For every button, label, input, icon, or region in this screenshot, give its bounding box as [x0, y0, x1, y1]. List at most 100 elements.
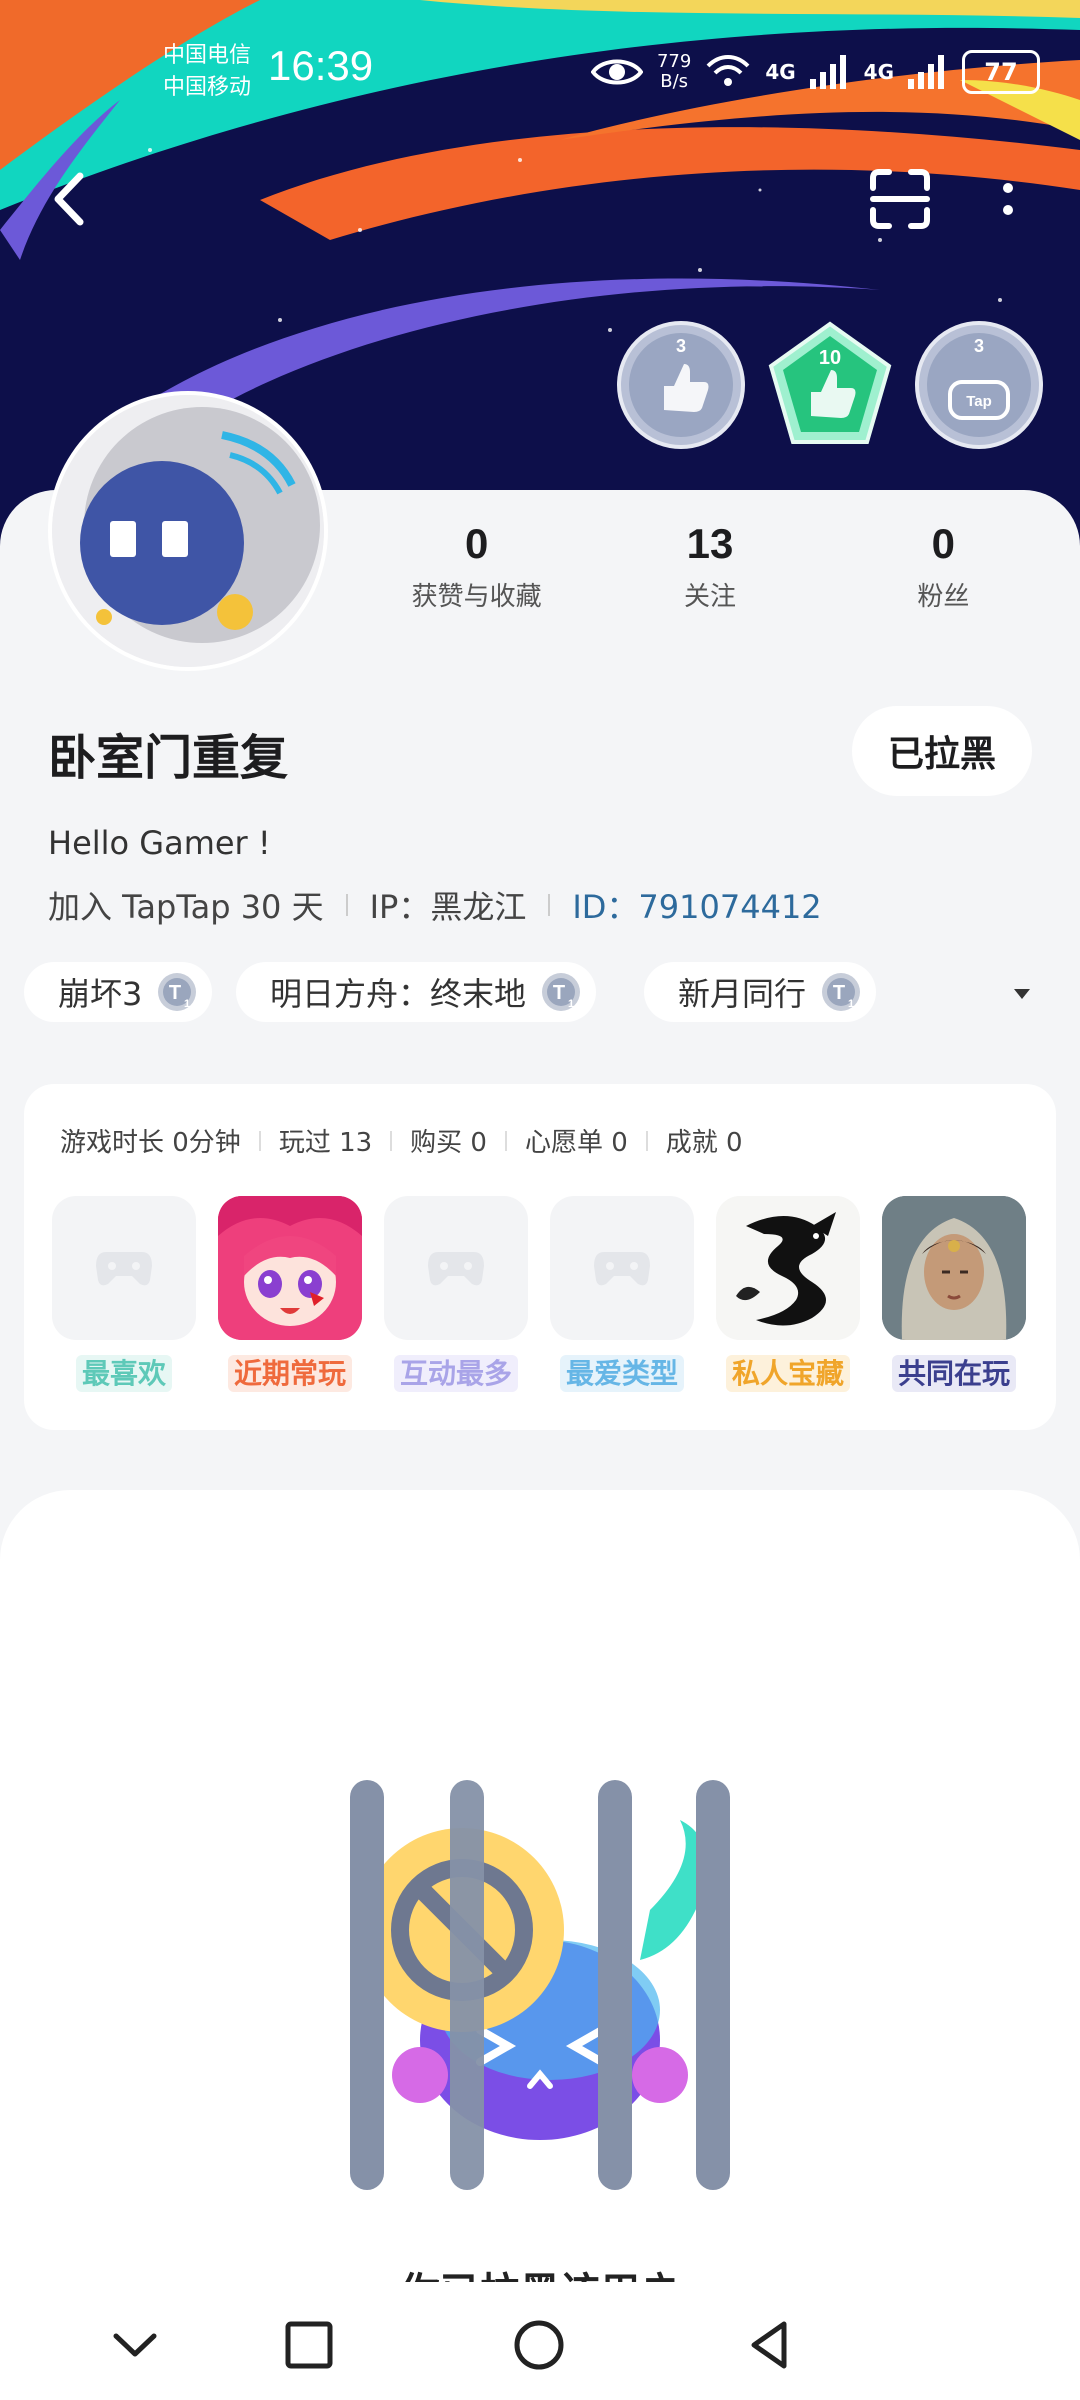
tag-item[interactable]: 新月同行 T 1: [644, 962, 877, 1022]
game-slot-shared[interactable]: 共同在玩: [882, 1196, 1026, 1392]
username: 卧室门重复: [48, 730, 289, 786]
stat-likes[interactable]: 0 获赞与收藏: [360, 520, 593, 620]
tag-item[interactable]: 崩坏3 T 1: [24, 962, 213, 1022]
svg-text:Tap: Tap: [966, 393, 992, 410]
tag-label: 新月同行: [678, 975, 807, 1013]
stat-followers-value: 0: [931, 520, 955, 567]
expand-tags-icon[interactable]: [1012, 987, 1032, 1001]
robot-avatar-icon: [52, 395, 324, 667]
tag-label: 崩坏3: [58, 975, 143, 1013]
svg-text:T: T: [553, 982, 565, 1004]
blocked-character-illustration: [350, 1780, 730, 2190]
user-bio: Hello Gamer !: [48, 824, 271, 862]
tag-label: 明日方舟：终末地: [270, 975, 527, 1013]
ink-dragon-icon: [716, 1196, 860, 1340]
anime-girl-icon: [218, 1196, 362, 1340]
net-speed-value: 779: [656, 51, 692, 72]
chevron-down-icon[interactable]: [102, 2312, 168, 2378]
game-slot-interactive[interactable]: 互动最多: [384, 1196, 528, 1392]
divider: [345, 894, 348, 916]
circle-icon[interactable]: [506, 2312, 572, 2378]
divider: [645, 1130, 648, 1151]
wifi-icon: [706, 55, 750, 86]
more-vertical-icon: [1003, 183, 1013, 215]
game-slot-label: 私人宝藏: [725, 1355, 850, 1392]
top-action-bar: [0, 150, 1080, 250]
thumbs-up-icon: 3: [617, 321, 745, 449]
badge-2-count: 10: [819, 347, 841, 369]
system-nav-bar: [0, 2290, 1080, 2400]
stat-following[interactable]: 13 关注: [593, 520, 826, 620]
game-stats-row: 游戏时长 0分钟 玩过 13 购买 0 心愿单 0 成就 0: [60, 1122, 743, 1159]
game-slot-label: 最喜欢: [75, 1355, 172, 1392]
divider: [548, 894, 551, 916]
signal-2-label: 4G: [863, 60, 894, 84]
game-slot-label: 共同在玩: [891, 1355, 1016, 1392]
game-icon: [384, 1196, 528, 1340]
t1-badge-icon: T 1: [822, 973, 861, 1011]
badge-3-count: 3: [974, 336, 984, 356]
thumbs-up-icon: 10: [768, 321, 892, 444]
gamepad-placeholder-icon: [96, 1252, 152, 1286]
gamepad-placeholder-icon: [428, 1252, 484, 1286]
carrier-1: 中国电信: [163, 43, 252, 68]
svg-text:T: T: [169, 982, 181, 1004]
game-slot-label: 近期常玩: [227, 1355, 352, 1392]
svg-text:T: T: [833, 982, 845, 1004]
game-slot-label: 互动最多: [393, 1355, 518, 1392]
stat-following-label: 关注: [683, 582, 736, 612]
profile-stats: 0 获赞与收藏 13 关注 0 粉丝: [360, 520, 1060, 620]
square-icon[interactable]: [276, 2312, 342, 2378]
stat-followers-label: 粉丝: [917, 582, 970, 612]
game-slot-treasure[interactable]: 私人宝藏: [716, 1196, 860, 1392]
scan-icon: [870, 169, 930, 229]
purchased-count[interactable]: 购买 0: [410, 1122, 487, 1159]
game-icon: [52, 1196, 196, 1340]
svg-text:1: 1: [848, 998, 854, 1010]
net-speed: 779 B/s: [657, 52, 691, 92]
blocked-message: 你已拉黑该用户: [0, 2260, 1080, 2282]
game-slot-recent[interactable]: 近期常玩: [218, 1196, 362, 1392]
tag-item[interactable]: 明日方舟：终末地 T 1: [236, 962, 597, 1022]
carrier-names: 中国电信 中国移动: [163, 40, 251, 104]
badge-2[interactable]: 10: [765, 320, 895, 450]
badge-1-count: 3: [676, 336, 686, 356]
game-slot-favorite[interactable]: 最喜欢: [52, 1196, 196, 1392]
ip-location: IP：黑龙江: [369, 888, 527, 926]
wishlist-count[interactable]: 心愿单 0: [525, 1122, 628, 1159]
game-showcase: 最喜欢 近期常玩 互动最多 最爱类型 私人宝藏 共同在玩: [52, 1196, 1042, 1416]
badge-1[interactable]: 3: [616, 320, 746, 450]
game-slot-genre[interactable]: 最爱类型: [550, 1196, 694, 1392]
signal-bars-icon: [809, 55, 846, 89]
play-time[interactable]: 游戏时长 0分钟: [60, 1122, 241, 1159]
more-button[interactable]: [990, 164, 1026, 234]
badge-3[interactable]: Tap 3: [914, 320, 1044, 450]
net-speed-unit: B/s: [660, 71, 689, 92]
signal-bars-icon: [908, 55, 944, 89]
user-meta: 加入 TapTap 30 天 IP：黑龙江 ID：791074412: [48, 882, 822, 928]
back-button[interactable]: [40, 164, 100, 234]
scan-button[interactable]: [865, 164, 935, 234]
carrier-2: 中国移动: [163, 75, 252, 100]
avatar[interactable]: [52, 395, 324, 667]
user-id[interactable]: ID：791074412: [572, 882, 821, 928]
divider: [504, 1130, 507, 1151]
svg-text:1: 1: [568, 998, 574, 1010]
chevron-left-icon: [54, 172, 84, 226]
blocked-panel: 你已拉黑该用户: [0, 1490, 1080, 2400]
t1-badge-icon: T 1: [542, 973, 581, 1011]
blocked-button[interactable]: 已拉黑: [852, 706, 1032, 796]
stat-followers[interactable]: 0 粉丝: [827, 520, 1060, 620]
tap-controller-icon: Tap 3: [915, 321, 1043, 449]
stat-following-value: 13: [686, 520, 734, 567]
eye-icon: [590, 59, 643, 85]
t1-badge-icon: T 1: [158, 973, 197, 1011]
triangle-back-icon[interactable]: [736, 2312, 802, 2378]
played-count[interactable]: 玩过 13: [279, 1122, 372, 1159]
battery-indicator: 77: [962, 50, 1040, 94]
joined-days: 加入 TapTap 30 天: [48, 888, 324, 926]
achievements-count[interactable]: 成就 0: [666, 1122, 743, 1159]
portrait-icon: [882, 1196, 1026, 1340]
gamepad-placeholder-icon: [594, 1252, 650, 1286]
game-slot-label: 最爱类型: [559, 1355, 684, 1392]
